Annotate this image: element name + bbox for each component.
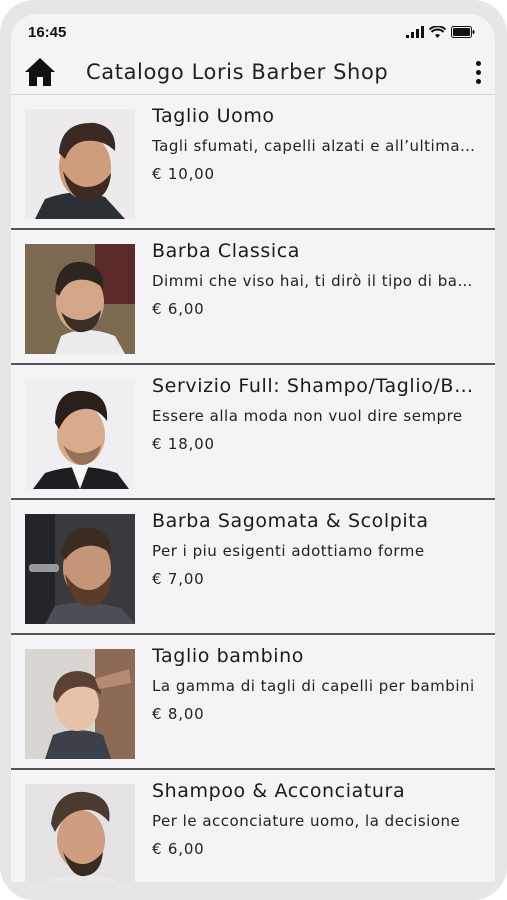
item-description: Tagli sfumati, capelli alzati e all’ulti…	[152, 137, 479, 155]
beard-classic-photo	[25, 244, 135, 354]
phone-frame: 16:45 Catalogo Loris Barber Shop Taglio …	[0, 0, 507, 900]
beard-sculpted-photo	[25, 514, 135, 624]
catalog-item[interactable]: Servizio Full: Shampo/Taglio/Barba Esser…	[11, 365, 495, 500]
full-service-photo	[25, 379, 135, 489]
item-description: Per le acconciature uomo, la decisione	[152, 812, 461, 830]
item-description: Essere alla moda non vuol dire sempre	[152, 407, 463, 425]
battery-icon	[451, 26, 475, 38]
item-description: Per i piu esigenti adottiamo forme	[152, 542, 425, 560]
item-price: € 7,00	[152, 570, 205, 588]
item-price: € 10,00	[152, 165, 215, 183]
overflow-menu-button[interactable]	[471, 56, 485, 88]
kid-haircut-photo	[25, 649, 135, 759]
item-price: € 8,00	[152, 705, 205, 723]
item-description: La gamma di tagli di capelli per bambini	[152, 677, 475, 695]
item-description: Dimmi che viso hai, ti dirò il tipo di b…	[152, 272, 479, 290]
item-title: Servizio Full: Shampo/Taglio/Barba	[152, 375, 482, 397]
status-bar: 16:45	[11, 14, 495, 50]
shampoo-styling-photo	[25, 784, 135, 882]
catalog-item[interactable]: Taglio Uomo Tagli sfumati, capelli alzat…	[11, 95, 495, 230]
haircut-man-photo	[25, 109, 135, 219]
item-price: € 6,00	[152, 300, 205, 318]
home-icon	[25, 58, 55, 86]
catalog-item[interactable]: Shampoo & Acconciatura Per le acconciatu…	[11, 770, 495, 882]
home-button[interactable]	[22, 54, 58, 90]
item-title: Taglio Uomo	[152, 105, 275, 127]
signal-icon	[406, 26, 424, 38]
item-title: Barba Classica	[152, 240, 300, 262]
status-time: 16:45	[28, 23, 67, 41]
catalog-item[interactable]: Barba Classica Dimmi che viso hai, ti di…	[11, 230, 495, 365]
catalog-item[interactable]: Taglio bambino La gamma di tagli di cape…	[11, 635, 495, 770]
app-bar: Catalogo Loris Barber Shop	[11, 50, 495, 95]
item-price: € 18,00	[152, 435, 215, 453]
item-title: Shampoo & Acconciatura	[152, 780, 406, 802]
app-screen: 16:45 Catalogo Loris Barber Shop Taglio …	[11, 14, 495, 882]
item-title: Barba Sagomata & Scolpita	[152, 510, 429, 532]
item-title: Taglio bambino	[152, 645, 305, 667]
catalog-list: Taglio Uomo Tagli sfumati, capelli alzat…	[11, 95, 495, 882]
item-price: € 6,00	[152, 840, 205, 858]
status-icons	[406, 25, 475, 39]
more-vert-icon	[475, 60, 481, 66]
wifi-icon	[429, 25, 446, 38]
app-title: Catalogo Loris Barber Shop	[86, 60, 389, 84]
catalog-item[interactable]: Barba Sagomata & Scolpita Per i piu esig…	[11, 500, 495, 635]
